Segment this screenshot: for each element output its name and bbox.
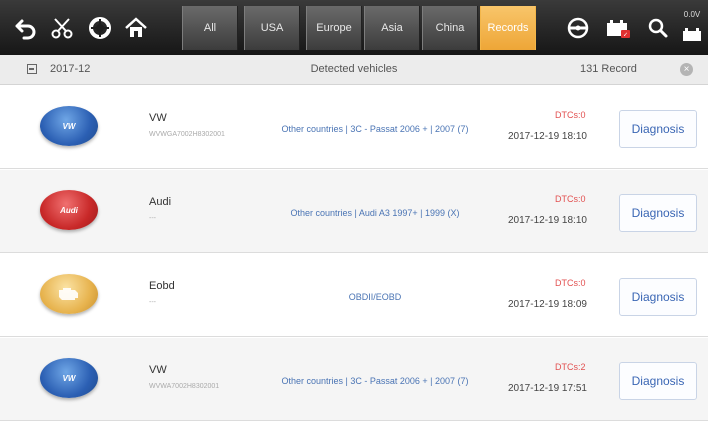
record-count: 131 Record: [580, 63, 637, 75]
vehicle-brand: VW: [149, 364, 167, 376]
record-time: 2017-12-19 17:51: [508, 383, 587, 394]
record-row[interactable]: VW VW WVWA7002H8302001 Other countries |…: [0, 338, 708, 421]
audi-logo-icon: Audi: [40, 190, 98, 230]
eobd-logo-icon: [40, 274, 98, 314]
tab-usa[interactable]: USA: [244, 6, 300, 50]
record-time: 2017-12-19 18:10: [508, 215, 587, 226]
vw-logo-icon: VW: [40, 106, 98, 146]
tab-china[interactable]: China: [422, 6, 478, 50]
tab-all[interactable]: All: [182, 6, 238, 50]
search-icon[interactable]: [640, 8, 676, 48]
vehicle-vin: WVWGA7002H8302001: [149, 131, 225, 138]
tab-asia[interactable]: Asia: [364, 6, 420, 50]
records-header: 2017-12 Detected vehicles 131 Record ×: [0, 55, 708, 85]
vehicle-description: Other countries | Audi A3 1997+ | 1999 (…: [290, 208, 460, 218]
dtc-count: DTCs:0: [555, 278, 586, 288]
vehicle-brand: Eobd: [149, 280, 175, 292]
dtc-count: DTCs:2: [555, 362, 586, 372]
record-time: 2017-12-19 18:10: [508, 131, 587, 142]
vw-logo-icon: VW: [40, 358, 98, 398]
diagnosis-button[interactable]: Diagnosis: [619, 194, 697, 232]
home-icon[interactable]: [118, 8, 154, 48]
diagnosis-button[interactable]: Diagnosis: [619, 362, 697, 400]
voltage-icon: [683, 28, 701, 41]
record-time: 2017-12-19 18:09: [508, 299, 587, 310]
top-toolbar: All USA Europe Asia China Records ✓ 0.0V: [0, 0, 708, 55]
record-row[interactable]: Audi Audi --- Other countries | Audi A3 …: [0, 170, 708, 253]
diagnosis-button[interactable]: Diagnosis: [619, 110, 697, 148]
scissors-icon[interactable]: [44, 8, 80, 48]
record-row[interactable]: Eobd --- OBDII/EOBD DTCs:0 2017-12-19 18…: [0, 254, 708, 337]
back-arrow-icon[interactable]: [8, 8, 44, 48]
vehicle-brand: VW: [149, 112, 167, 124]
car-battery-icon[interactable]: ✓: [600, 8, 636, 48]
diagnosis-button[interactable]: Diagnosis: [619, 278, 697, 316]
vehicle-description: OBDII/EOBD: [348, 292, 402, 302]
tab-records[interactable]: Records: [480, 6, 536, 50]
vehicle-description: Other countries | 3C - Passat 2006 + | 2…: [281, 376, 469, 386]
lifebuoy-icon[interactable]: [82, 8, 118, 48]
steering-wheel-icon[interactable]: [560, 8, 596, 48]
vehicle-brand: Audi: [149, 196, 172, 208]
engine-icon: [59, 288, 78, 300]
vehicle-vin: ---: [149, 215, 156, 222]
dtc-count: DTCs:0: [555, 110, 586, 120]
dtc-count: DTCs:0: [555, 194, 586, 204]
vehicle-description: Other countries | 3C - Passat 2006 + | 2…: [281, 124, 469, 134]
voltage-value: 0.0V: [683, 10, 701, 19]
vehicle-vin: WVWA7002H8302001: [149, 383, 220, 390]
clear-icon[interactable]: ×: [680, 63, 693, 76]
vehicle-vin: ---: [149, 299, 156, 306]
voltage-indicator: 0.0V: [680, 8, 704, 48]
record-row[interactable]: VW VW WVWGA7002H8302001 Other countries …: [0, 86, 708, 169]
svg-text:✓: ✓: [623, 33, 628, 39]
tab-europe[interactable]: Europe: [306, 6, 362, 50]
